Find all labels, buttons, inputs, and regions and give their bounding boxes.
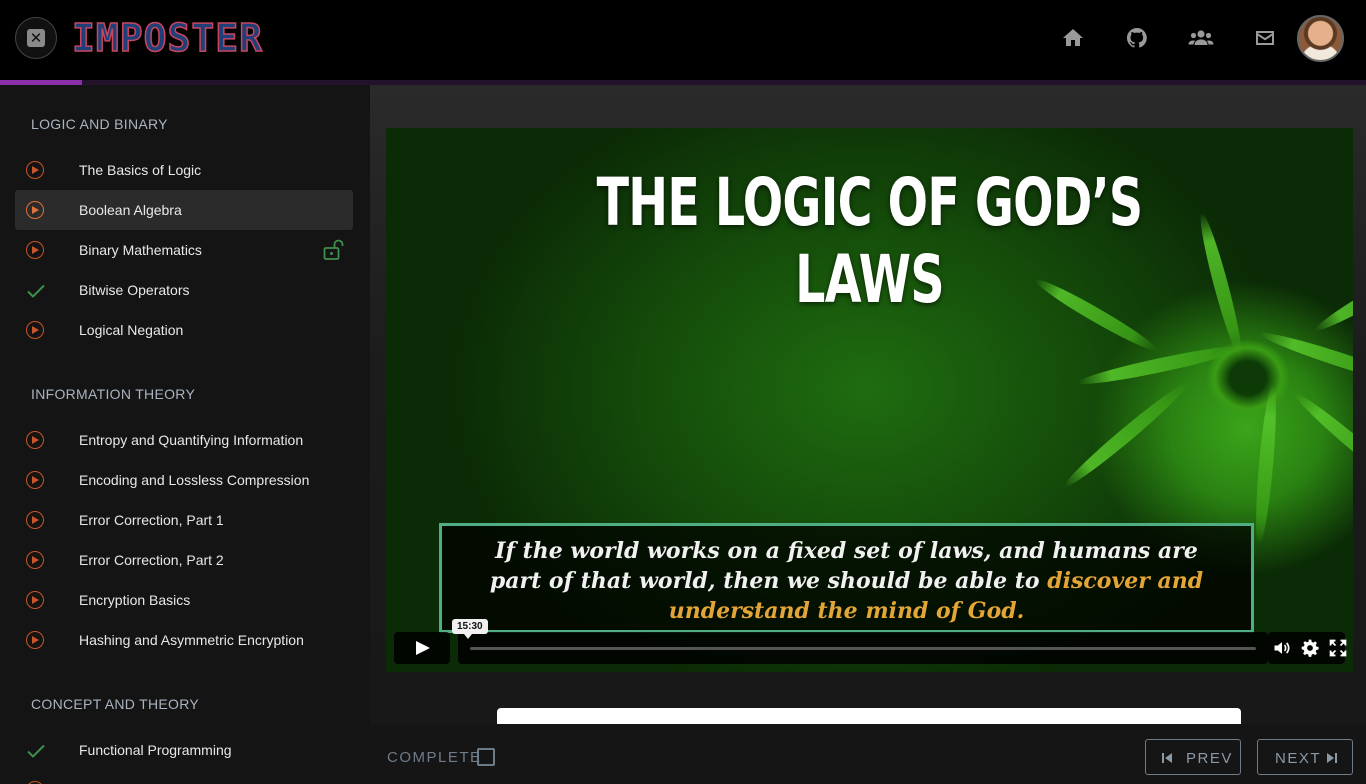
plant-leaf [1076, 340, 1246, 390]
plant-leaf [1311, 253, 1353, 337]
section-title-concept-and-theory: CONCEPT AND THEORY [31, 696, 199, 712]
video-play-button[interactable] [394, 632, 450, 664]
video-scrub-track[interactable] [470, 647, 1256, 650]
play-circle-icon [26, 201, 44, 219]
home-icon[interactable] [1061, 26, 1085, 50]
play-circle-icon [26, 511, 44, 529]
volume-icon[interactable] [1272, 638, 1292, 658]
github-icon[interactable] [1125, 26, 1149, 50]
users-icon[interactable] [1188, 26, 1214, 50]
plant-leaf [1257, 327, 1353, 393]
play-circle-icon [26, 631, 44, 649]
video-hover-time: 15:30 [452, 619, 488, 639]
next-button[interactable]: NEXT [1257, 739, 1353, 775]
video-controls: 15:30 [394, 619, 1348, 664]
plant-leaf [1060, 378, 1192, 492]
section-title-information-theory: INFORMATION THEORY [31, 386, 196, 402]
settings-gear-icon[interactable] [1300, 638, 1320, 658]
avatar[interactable] [1297, 15, 1344, 62]
prev-button[interactable]: PREV [1145, 739, 1241, 775]
lesson-item-encoding[interactable]: Encoding and Lossless Compression [15, 460, 353, 500]
lesson-item-boolean-algebra[interactable]: Boolean Algebra [15, 190, 353, 230]
lesson-item-entropy[interactable]: Entropy and Quantifying Information [15, 420, 353, 460]
quote-line-2-text: part of that world, then we should be ab… [489, 568, 1048, 594]
prev-label: PREV [1186, 750, 1233, 767]
lesson-label: Error Correction, Part 2 [79, 552, 224, 568]
plant-leaf [1252, 384, 1280, 546]
play-circle-icon [26, 321, 44, 339]
app-logo[interactable]: IMPOSTER [71, 15, 263, 61]
close-button[interactable]: ✕ [15, 17, 57, 59]
lesson-label: Encryption Basics [79, 592, 191, 608]
lesson-label: Hashing and Asymmetric Encryption [79, 632, 304, 648]
skip-forward-icon [1327, 753, 1337, 763]
lesson-item-partial[interactable] [15, 770, 353, 784]
play-circle-icon [26, 431, 44, 449]
plant-leaf [1290, 388, 1353, 502]
lesson-item-encryption-basics[interactable]: Encryption Basics [15, 580, 353, 620]
lesson-item-basics-of-logic[interactable]: The Basics of Logic [15, 150, 353, 190]
lesson-label: Error Correction, Part 1 [79, 512, 224, 528]
lesson-item-error-correction-2[interactable]: Error Correction, Part 2 [15, 540, 353, 580]
quote-line-2-accent: discover and [1047, 568, 1204, 594]
lesson-label: Bitwise Operators [79, 282, 190, 298]
lesson-item-functional-programming[interactable]: Functional Programming [15, 730, 353, 770]
play-circle-icon [26, 591, 44, 609]
next-label: NEXT [1275, 750, 1322, 767]
lesson-label: Entropy and Quantifying Information [79, 432, 304, 448]
play-circle-icon [26, 551, 44, 569]
lesson-item-logical-negation[interactable]: Logical Negation [15, 310, 353, 350]
complete-label: COMPLETE [387, 749, 482, 766]
notes-panel-edge [497, 708, 1241, 724]
play-circle-icon [26, 241, 44, 259]
checkmark-icon [26, 741, 45, 759]
lesson-item-error-correction-1[interactable]: Error Correction, Part 1 [15, 500, 353, 540]
lesson-label: Binary Mathematics [79, 242, 202, 258]
lesson-label: The Basics of Logic [79, 162, 202, 178]
top-bar: ✕ IMPOSTER [0, 0, 1366, 80]
quote-line-2: part of that world, then we should be ab… [442, 566, 1251, 596]
fullscreen-icon[interactable] [1328, 638, 1348, 658]
video-title: THE LOGIC OF GOD’S LAWS [596, 164, 1144, 318]
complete-checkbox[interactable] [477, 748, 495, 766]
quote-line-1: If the world works on a fixed set of law… [495, 538, 1198, 564]
lesson-item-bitwise-operators[interactable]: Bitwise Operators [15, 270, 353, 310]
close-icon: ✕ [27, 29, 45, 47]
checkmark-icon [26, 281, 45, 299]
play-circle-icon [26, 161, 44, 179]
lesson-label: Boolean Algebra [79, 202, 182, 218]
unlock-icon [322, 238, 346, 267]
lesson-label: Encoding and Lossless Compression [79, 472, 310, 488]
lesson-item-binary-mathematics[interactable]: Binary Mathematics [15, 230, 353, 270]
mail-icon[interactable] [1253, 26, 1277, 50]
lesson-sidebar: LOGIC AND BINARY The Basics of Logic Boo… [0, 85, 370, 784]
play-circle-icon [26, 471, 44, 489]
video-quote-box: If the world works on a fixed set of law… [439, 523, 1254, 633]
lesson-label: Logical Negation [79, 322, 184, 338]
skip-back-icon [1162, 753, 1172, 763]
quote-line-3: understand the mind of God. [668, 598, 1025, 624]
lesson-label: Functional Programming [79, 742, 232, 758]
lesson-item-hashing[interactable]: Hashing and Asymmetric Encryption [15, 620, 353, 660]
video-player[interactable]: THE LOGIC OF GOD’S LAWS If the world wor… [386, 128, 1353, 672]
video-scrubber[interactable] [458, 632, 1268, 664]
section-title-logic-and-binary: LOGIC AND BINARY [31, 116, 168, 132]
video-control-group [1268, 632, 1348, 664]
